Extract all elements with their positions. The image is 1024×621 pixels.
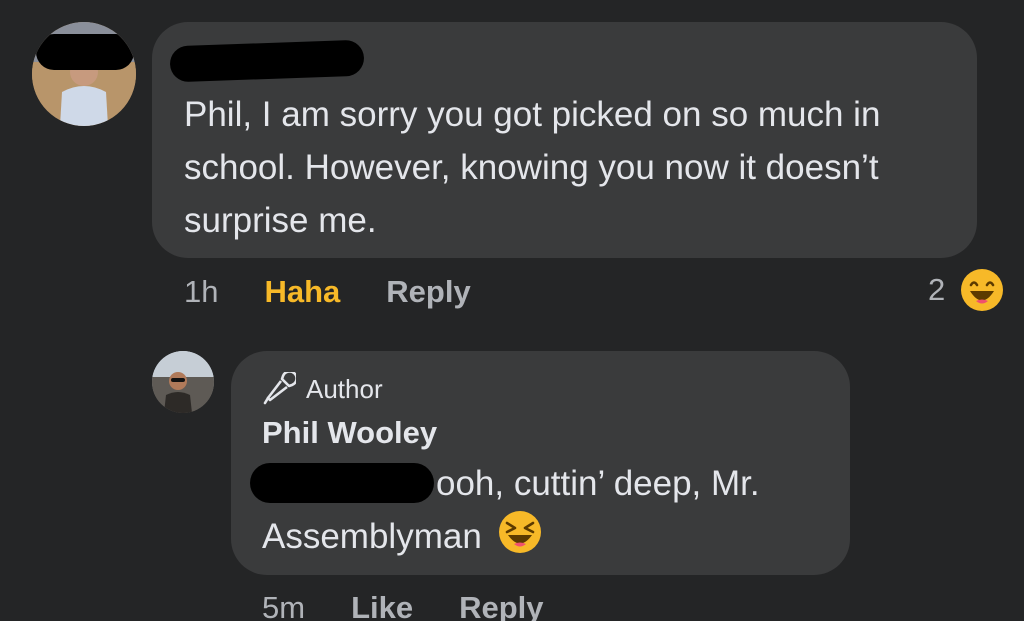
author-badge-label: Author: [306, 373, 383, 404]
reply-button-2[interactable]: Reply: [459, 590, 543, 621]
reaction-count[interactable]: 2: [928, 272, 945, 308]
author-photo: [152, 351, 214, 413]
author-avatar[interactable]: [152, 351, 214, 413]
laughing-squint-emoji-icon: [498, 511, 541, 553]
commenter-photo: [32, 22, 136, 126]
microphone-icon: [263, 372, 296, 405]
author-badge: Author: [262, 372, 383, 406]
comment-thread: Phil, I am sorry you got picked on so mu…: [0, 0, 1024, 621]
reply-button[interactable]: Reply: [386, 274, 470, 310]
reply-author-name[interactable]: Phil Wooley: [262, 415, 437, 451]
haha-reaction-button[interactable]: Haha: [264, 274, 340, 310]
reply-actions: 5m Like Reply: [262, 590, 544, 621]
commenter-avatar[interactable]: [32, 22, 136, 126]
comment-timestamp: 1h: [184, 274, 219, 309]
haha-emoji-icon[interactable]: [960, 268, 1004, 312]
reply-timestamp: 5m: [262, 590, 306, 621]
comment-text: Phil, I am sorry you got picked on so mu…: [184, 95, 881, 240]
reply-text: ooh, cuttin’ deep, Mr. Assemblyman: [262, 458, 832, 563]
comment-actions: 1h Haha Reply: [184, 274, 471, 310]
redacted-commenter-name: [169, 39, 365, 83]
like-button[interactable]: Like: [351, 590, 413, 621]
